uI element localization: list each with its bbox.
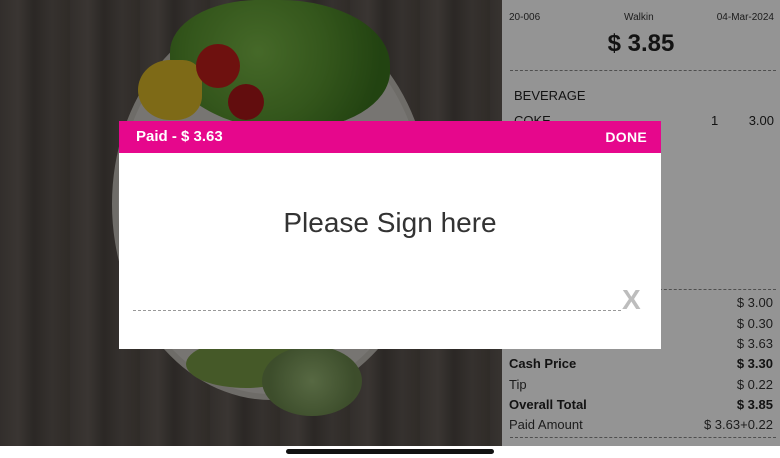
done-button[interactable]: DONE [605, 129, 647, 145]
sign-prompt: Please Sign here [283, 207, 497, 238]
clear-signature-button[interactable]: X [622, 284, 641, 316]
paid-amount-label: Paid - $ 3.63 [136, 128, 223, 145]
home-indicator [286, 449, 494, 454]
signature-line[interactable] [133, 310, 621, 311]
dialog-header: Paid - $ 3.63 DONE [119, 121, 661, 153]
signature-dialog: Paid - $ 3.63 DONE Please Sign here X [119, 121, 661, 349]
